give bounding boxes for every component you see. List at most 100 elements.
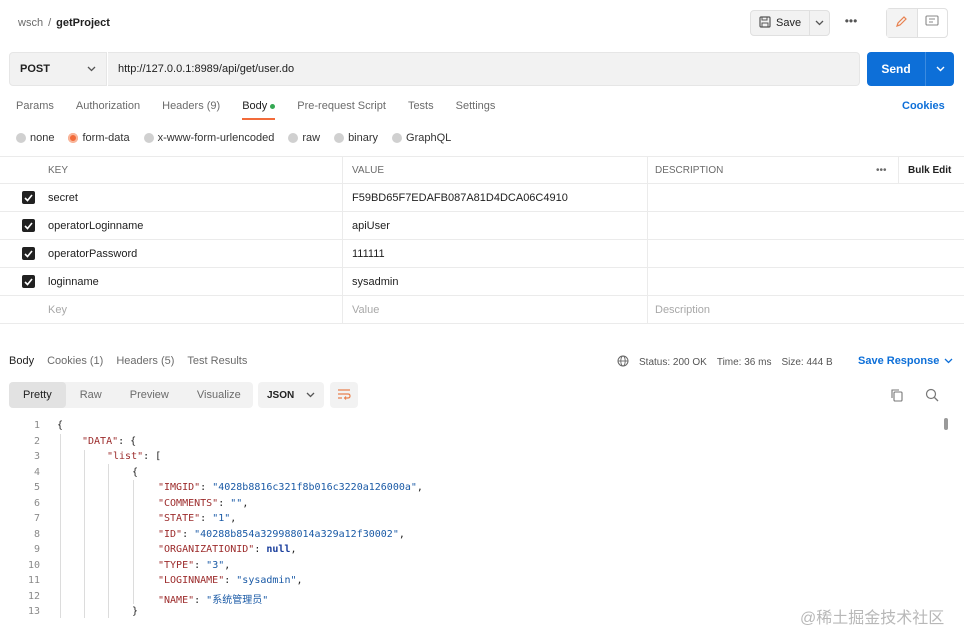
view-mode-toggle [886, 8, 948, 38]
row-key[interactable]: loginname [42, 268, 99, 295]
save-options-button[interactable] [810, 17, 829, 29]
globe-icon[interactable] [617, 355, 629, 370]
table-row: operatorPassword 111111 [0, 240, 964, 268]
response-tab-test-results[interactable]: Test Results [187, 355, 247, 367]
save-response-button[interactable]: Save Response [858, 355, 953, 367]
response-tab-body[interactable]: Body [9, 355, 34, 367]
view-preview[interactable]: Preview [116, 382, 183, 408]
tab-authorization[interactable]: Authorization [76, 100, 140, 120]
response-tab-cookies[interactable]: Cookies (1) [47, 355, 103, 367]
code-line: "TYPE": "3", [158, 560, 230, 571]
edit-mode-button[interactable] [887, 9, 918, 37]
checkbox-checked-icon [22, 275, 35, 288]
response-size[interactable]: Size: 444 B [781, 357, 832, 368]
row-checkbox[interactable] [16, 268, 35, 295]
json-value: "sysadmin" [236, 575, 297, 586]
tab-settings[interactable]: Settings [456, 100, 496, 120]
row-key[interactable]: secret [42, 184, 78, 211]
comment-icon [925, 15, 939, 31]
code-line: "STATE": "1", [158, 513, 236, 524]
send-options-button[interactable] [926, 52, 954, 86]
save-button-group: Save [750, 10, 830, 36]
new-key-input[interactable]: Key [42, 296, 67, 323]
view-visualize[interactable]: Visualize [183, 382, 255, 408]
json-key: "ID" [158, 529, 183, 540]
url-text: http://127.0.0.1:8989/api/get/user.do [118, 63, 295, 75]
documentation-mode-button[interactable] [918, 9, 948, 37]
row-value[interactable]: apiUser [346, 212, 390, 239]
cookies-link[interactable]: Cookies [902, 100, 945, 112]
wrap-lines-button[interactable] [330, 382, 358, 408]
radio-form-data[interactable]: form-data [68, 132, 130, 144]
column-key: KEY [48, 164, 69, 176]
pencil-icon [895, 15, 908, 31]
table-row: secret F59BD65F7EDAFB087A81D4DCA06C4910 [0, 184, 964, 212]
editor-scrollbar[interactable] [944, 418, 948, 430]
row-value[interactable]: sysadmin [346, 268, 398, 295]
row-value[interactable]: F59BD65F7EDAFB087A81D4DCA06C4910 [346, 184, 568, 211]
radio-raw[interactable]: raw [288, 132, 320, 144]
row-checkbox[interactable] [16, 212, 35, 239]
format-select[interactable]: JSON [258, 382, 324, 408]
tab-prerequest-script[interactable]: Pre-request Script [297, 100, 386, 120]
response-status: Status: 200 OK Time: 36 ms Size: 444 B [617, 355, 843, 370]
copy-icon[interactable] [890, 388, 904, 405]
chevron-down-icon [944, 355, 953, 367]
tab-headers[interactable]: Headers (9) [162, 100, 220, 120]
row-key[interactable]: operatorPassword [42, 240, 137, 267]
row-checkbox[interactable] [16, 184, 35, 211]
response-tab-headers[interactable]: Headers (5) [116, 355, 174, 367]
line-number: 1 [33, 420, 40, 431]
code-line: "COMMENTS": "", [158, 498, 248, 509]
line-number: 10 [27, 560, 40, 571]
modified-dot-icon [270, 103, 276, 109]
radio-none[interactable]: none [16, 132, 54, 144]
save-icon [759, 15, 771, 31]
code-line: "ID": "40288b854a329988014a329a12f30002"… [158, 529, 405, 540]
search-icon[interactable] [925, 388, 939, 405]
send-button-group: Send [867, 52, 954, 86]
bulk-edit-button[interactable]: Bulk Edit [902, 157, 951, 183]
row-value[interactable]: 111111 [346, 240, 385, 267]
row-key[interactable]: operatorLoginname [42, 212, 143, 239]
json-punct: : { [118, 436, 137, 447]
line-number: 12 [27, 591, 40, 602]
radio-binary[interactable]: binary [334, 132, 378, 144]
json-punct: : [254, 544, 267, 555]
line-number: 9 [33, 544, 40, 555]
radio-urlencoded[interactable]: x-www-form-urlencoded [143, 132, 274, 144]
method-select[interactable]: POST [9, 52, 107, 86]
json-punct: , [398, 529, 405, 540]
json-value: "1" [212, 513, 231, 524]
more-options-icon[interactable]: ••• [842, 14, 860, 28]
json-value: "3" [206, 560, 225, 571]
json-value: "40288b854a329988014a329a12f30002" [194, 529, 399, 540]
json-punct: , [296, 575, 303, 586]
url-input[interactable]: http://127.0.0.1:8989/api/get/user.do [108, 52, 860, 86]
code-line: "NAME": "系统管理员" [158, 591, 268, 606]
radio-selected-icon [68, 133, 79, 143]
new-description-input[interactable]: Description [649, 296, 710, 323]
view-pretty[interactable]: Pretty [9, 382, 66, 408]
json-value: null [266, 544, 291, 555]
format-label: JSON [267, 389, 295, 401]
radio-graphql[interactable]: GraphQL [392, 132, 451, 144]
radio-label: none [30, 132, 55, 144]
send-button[interactable]: Send [867, 52, 926, 86]
table-more-icon[interactable]: ••• [870, 157, 887, 183]
status-code[interactable]: Status: 200 OK [639, 357, 707, 368]
response-time[interactable]: Time: 36 ms [717, 357, 772, 368]
code-line: "DATA": { [82, 436, 136, 447]
breadcrumb-request[interactable]: getProject [56, 17, 110, 29]
json-key: "NAME" [158, 595, 195, 606]
tab-params[interactable]: Params [16, 100, 54, 120]
breadcrumb-workspace[interactable]: wsch [18, 17, 43, 29]
tab-body[interactable]: Body [242, 100, 276, 120]
view-raw[interactable]: Raw [66, 382, 116, 408]
code-line: { [57, 420, 64, 431]
json-key: "ORGANIZATIONID" [158, 544, 255, 555]
save-button[interactable]: Save [751, 11, 811, 35]
row-checkbox[interactable] [16, 240, 35, 267]
tab-tests[interactable]: Tests [408, 100, 434, 120]
new-value-input[interactable]: Value [346, 296, 379, 323]
